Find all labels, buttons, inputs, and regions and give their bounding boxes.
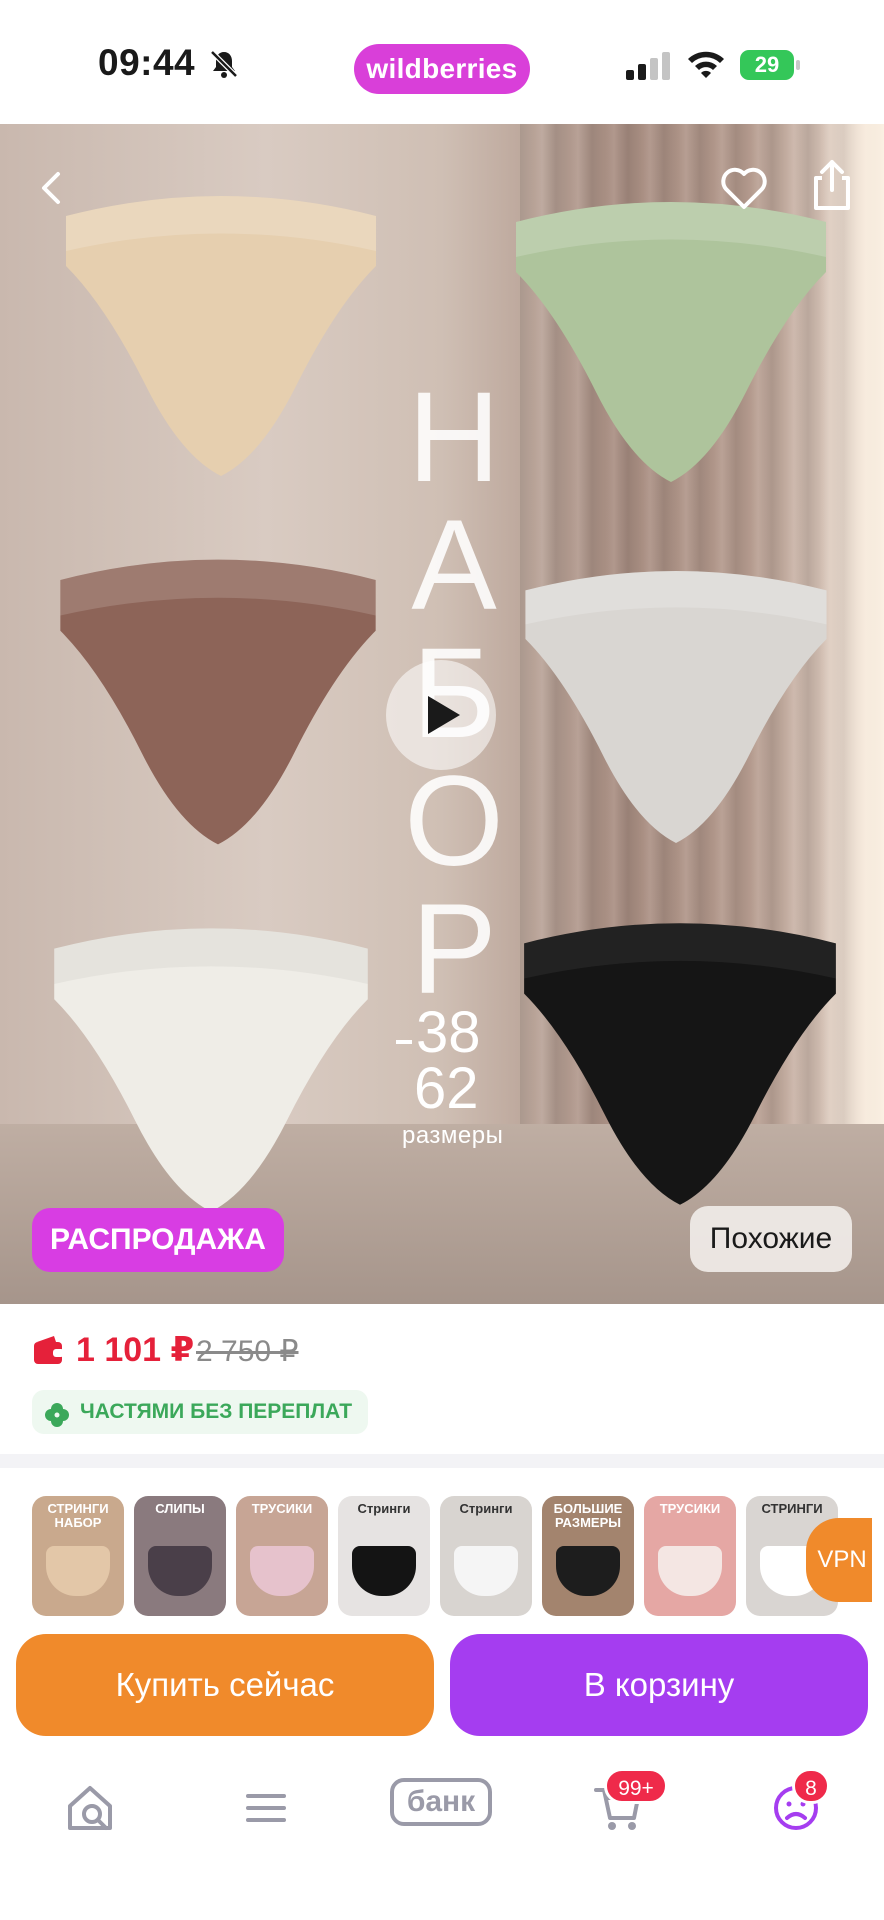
- profile-notification-badge: 8: [792, 1768, 830, 1804]
- thumbnail-item[interactable]: БОЛЬШИЕ РАЗМЕРЫ: [542, 1496, 634, 1616]
- thumbnail-product: [658, 1546, 722, 1596]
- status-time: 09:44: [98, 42, 196, 83]
- thumbnail-item[interactable]: Стринги: [338, 1496, 430, 1616]
- battery-cap: [796, 60, 800, 70]
- tab-home[interactable]: [50, 1780, 130, 1860]
- thumbnail-label: Стринги: [357, 1501, 411, 1516]
- product-panty-green: [496, 192, 846, 492]
- thumbnail-product: [454, 1546, 518, 1596]
- price-section: 1 101 ₽ 2 750 ₽ ЧАСТЯМИ БЕЗ ПЕРЕПЛАТ: [0, 1304, 884, 1454]
- thumbnail-product: [352, 1546, 416, 1596]
- battery-indicator: 29: [740, 50, 800, 80]
- status-bar: 09:44 wildberries 29: [0, 0, 884, 124]
- thumbnail-item[interactable]: ТРУСИКИ: [236, 1496, 328, 1616]
- title-letter: Н: [407, 366, 501, 509]
- buy-now-button[interactable]: Купить сейчас: [16, 1634, 434, 1736]
- product-panty-brown: [40, 532, 396, 872]
- thumbnail-item[interactable]: ТРУСИКИ: [644, 1496, 736, 1616]
- thumbnail-item[interactable]: СТРИНГИ НАБОР: [32, 1496, 124, 1616]
- play-video-button[interactable]: [386, 660, 496, 770]
- add-to-cart-button[interactable]: В корзину: [450, 1634, 868, 1736]
- thumbnail-product: [556, 1546, 620, 1596]
- product-panty-beige: [46, 186, 396, 486]
- bell-muted-icon: [208, 48, 240, 80]
- heart-icon: [721, 167, 767, 209]
- wallet-icon: [34, 1336, 64, 1364]
- thumbnail-item[interactable]: СЛИПЫ: [134, 1496, 226, 1616]
- thumbnail-product: [46, 1546, 110, 1596]
- section-divider: [0, 1454, 884, 1468]
- installment-badge[interactable]: ЧАСТЯМИ БЕЗ ПЕРЕПЛАТ: [32, 1390, 369, 1434]
- thumbnail-product: [148, 1546, 212, 1596]
- related-products-strip: СТРИНГИ НАБОР СЛИПЫ ТРУСИКИ Стринги Стри…: [0, 1468, 884, 1628]
- cellular-signal-icon: [626, 52, 672, 80]
- thumbnail-label: Стринги: [459, 1501, 513, 1516]
- thumbnail-product: [250, 1546, 314, 1596]
- favorite-button[interactable]: [716, 160, 772, 216]
- size-to: 62: [414, 1056, 479, 1121]
- size-from: 38: [416, 1000, 481, 1065]
- brand-logo: wildberries: [354, 44, 530, 94]
- wifi-icon: [686, 48, 726, 80]
- play-icon: [428, 696, 460, 734]
- back-button[interactable]: [30, 160, 74, 216]
- thumbnail-label: ТРУСИКИ: [659, 1501, 721, 1516]
- thumbnail-item[interactable]: Стринги: [440, 1496, 532, 1616]
- similar-products-button[interactable]: Похожие: [690, 1206, 852, 1272]
- sale-badge: РАСПРОДАЖА: [32, 1208, 284, 1272]
- tab-catalog[interactable]: [226, 1780, 306, 1860]
- product-panty-grey: [506, 542, 846, 872]
- thumbnail-label: ТРУСИКИ: [251, 1501, 313, 1516]
- title-letter: А: [411, 494, 497, 637]
- current-price: 1 101 ₽: [76, 1331, 195, 1369]
- vpn-badge[interactable]: VPN: [806, 1518, 872, 1602]
- share-button[interactable]: [806, 154, 858, 214]
- home-search-icon: [68, 1786, 112, 1830]
- thumbnail-label: СЛИПЫ: [155, 1501, 205, 1516]
- title-letter: О: [404, 750, 504, 893]
- tab-bank[interactable]: банк: [390, 1778, 492, 1826]
- old-price: 2 750 ₽: [196, 1335, 299, 1368]
- product-panty-black: [504, 894, 856, 1234]
- chevron-left-icon: [42, 172, 60, 204]
- product-gallery[interactable]: Н А Б О Р 38 62 размеры РАСПРОДАЖА Похож…: [0, 124, 884, 1304]
- thumbnail-label: СТРИНГИ: [761, 1501, 823, 1516]
- size-caption: размеры: [402, 1122, 504, 1149]
- share-icon: [814, 160, 850, 210]
- size-range-dash: [396, 1040, 412, 1044]
- thumbnail-label: БОЛЬШИЕ РАЗМЕРЫ: [553, 1501, 623, 1531]
- thumbnail-label: СТРИНГИ НАБОР: [47, 1501, 109, 1531]
- title-letter: Р: [411, 878, 497, 1021]
- product-panty-white: [34, 890, 388, 1250]
- bottom-tab-bar: [0, 1746, 884, 1920]
- menu-icon: [246, 1794, 286, 1822]
- battery-level: 29: [754, 52, 780, 77]
- clover-icon: [44, 1400, 70, 1427]
- installment-label: ЧАСТЯМИ БЕЗ ПЕРЕПЛАТ: [80, 1400, 353, 1423]
- cart-count-badge: 99+: [604, 1768, 668, 1804]
